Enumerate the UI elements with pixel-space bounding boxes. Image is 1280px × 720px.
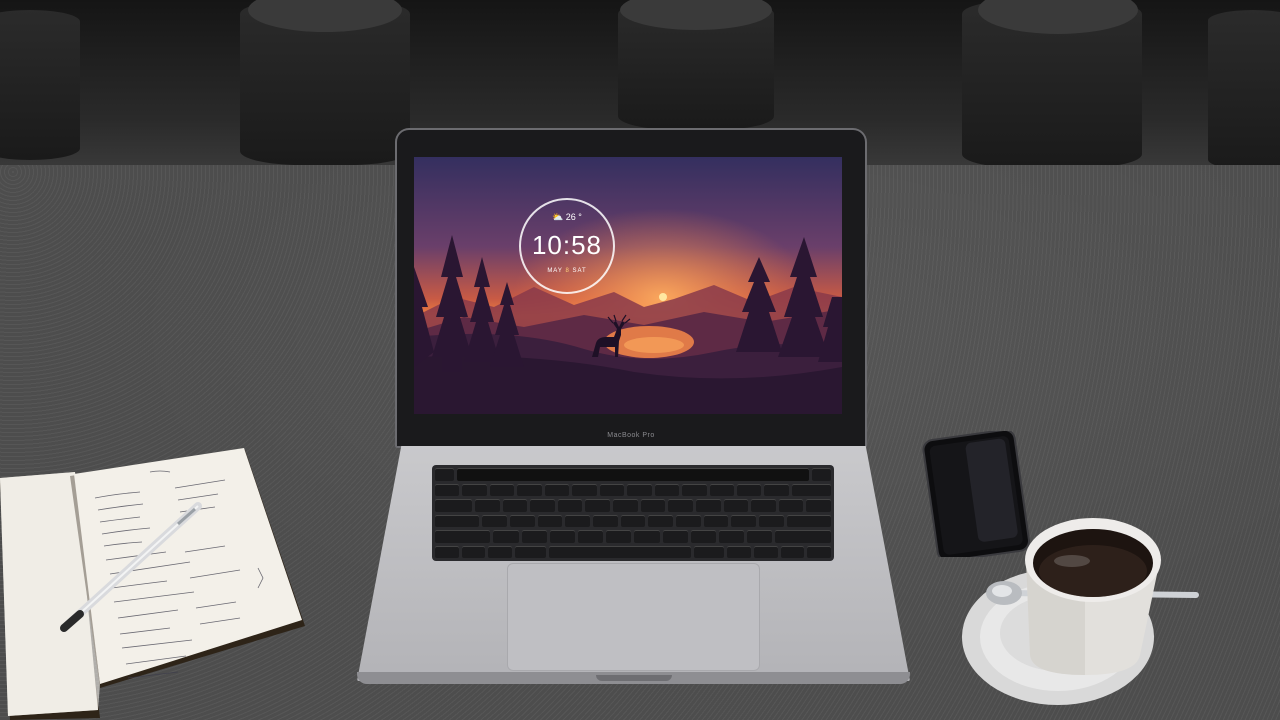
stool — [1208, 10, 1280, 170]
sun — [659, 293, 667, 301]
keyboard-row[interactable] — [435, 499, 832, 512]
keyboard-row[interactable] — [435, 530, 831, 543]
temperature-value: 26 ° — [565, 212, 582, 222]
stool — [0, 10, 80, 160]
date-month: MAY — [547, 268, 563, 274]
weather-temperature: ⛅ 26 ° — [519, 212, 615, 223]
coffee-cup — [962, 518, 1199, 705]
date-weekday: SAT — [572, 268, 587, 274]
keyboard-row[interactable] — [435, 483, 832, 496]
clock-date: MAY 8 SAT — [519, 268, 615, 274]
notebook — [0, 448, 305, 720]
laptop-brand-label: MacBook Pro — [607, 432, 655, 439]
partly-cloudy-icon: ⛅ — [552, 212, 564, 222]
wallpaper-landscape — [414, 157, 842, 414]
laptop-screen — [414, 157, 842, 414]
keyboard-row[interactable] — [435, 545, 832, 558]
laptop-lip-notch — [596, 675, 672, 681]
clock-time: 10:58 — [531, 230, 603, 260]
keyboard-row[interactable] — [435, 514, 831, 527]
keyboard[interactable] — [432, 465, 834, 561]
date-day: 8 — [565, 268, 570, 274]
touch-bar-row[interactable] — [435, 468, 832, 481]
trackpad[interactable] — [507, 563, 760, 671]
